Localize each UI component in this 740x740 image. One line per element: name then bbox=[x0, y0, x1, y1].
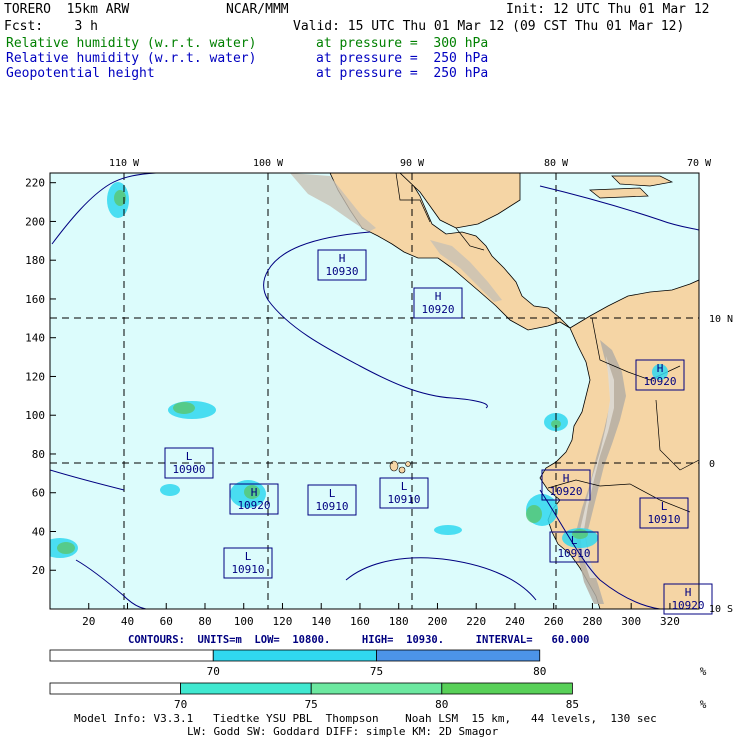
colorbar-segment bbox=[441, 682, 573, 695]
hl-value: 10910 bbox=[647, 513, 680, 526]
y-tick-label: 120 bbox=[25, 370, 45, 383]
x-tick-label: 320 bbox=[660, 615, 680, 625]
y-tick-label: 60 bbox=[32, 487, 45, 500]
latitude-label: 10 N bbox=[709, 314, 733, 325]
hl-value: 10930 bbox=[325, 265, 358, 278]
hl-value: 10920 bbox=[671, 599, 704, 612]
longitude-label: 80 W bbox=[544, 158, 569, 169]
longitude-label: 90 W bbox=[400, 158, 425, 169]
x-tick-label: 180 bbox=[389, 615, 409, 625]
colorbar-segment bbox=[212, 649, 377, 662]
hl-type: H bbox=[435, 290, 442, 303]
latitude-label: 10 S bbox=[709, 604, 733, 615]
y-tick-label: 20 bbox=[32, 564, 45, 577]
caribbean-island bbox=[589, 187, 649, 199]
y-tick-label: 220 bbox=[25, 177, 45, 190]
y-tick-label: 160 bbox=[25, 293, 45, 306]
colorbar-rh-250: 70 75 80% bbox=[49, 649, 707, 678]
x-tick-label: 200 bbox=[428, 615, 448, 625]
colorbar-label: 80 bbox=[435, 698, 448, 711]
hl-value: 10920 bbox=[643, 375, 676, 388]
hl-type: L bbox=[245, 550, 252, 563]
y-tick-label: 80 bbox=[32, 448, 45, 461]
x-tick-label: 140 bbox=[311, 615, 331, 625]
colorbar-segment bbox=[376, 649, 541, 662]
model-info: Model Info: V3.3.1 Tiedtke YSU PBL Thomp… bbox=[74, 712, 657, 725]
x-tick-label: 40 bbox=[121, 615, 134, 625]
hl-type: H bbox=[657, 362, 664, 375]
contour-info: CONTOURS: UNITS=m LOW= 10800. HIGH= 1093… bbox=[128, 634, 590, 646]
hl-value: 10910 bbox=[315, 500, 348, 513]
x-tick-label: 20 bbox=[82, 615, 95, 625]
longitude-label: 100 W bbox=[253, 158, 284, 169]
colorbar-segment bbox=[310, 682, 443, 695]
colorbar-unit: % bbox=[700, 665, 707, 678]
weather-map: H10930H10920H10920L10900H10920L10910L109… bbox=[25, 158, 733, 625]
x-tick-label: 220 bbox=[466, 615, 486, 625]
x-tick-label: 60 bbox=[160, 615, 173, 625]
longitude-label: 70 W bbox=[687, 158, 712, 169]
latitude-label: 0 bbox=[709, 459, 715, 470]
hl-type: L bbox=[186, 450, 193, 463]
hl-value: 10920 bbox=[421, 303, 454, 316]
colorbar-segment bbox=[49, 682, 182, 695]
physics-info: LW: Godd SW: Goddard DIFF: simple KM: 2D… bbox=[187, 725, 499, 738]
y-tick-label: 100 bbox=[25, 409, 45, 422]
x-tick-label: 80 bbox=[198, 615, 211, 625]
colorbar-unit: % bbox=[700, 698, 707, 711]
y-tick-label: 180 bbox=[25, 254, 45, 267]
hl-type: H bbox=[339, 252, 346, 265]
colorbar-segment bbox=[180, 682, 312, 695]
colorbar-label: 75 bbox=[305, 698, 318, 711]
colorbar-segment bbox=[49, 649, 214, 662]
colorbar-label: 75 bbox=[370, 665, 383, 678]
y-tick-label: 40 bbox=[32, 525, 45, 538]
x-tick-label: 120 bbox=[273, 615, 293, 625]
hl-type: L bbox=[661, 500, 668, 513]
hl-value: 10910 bbox=[387, 493, 420, 506]
hl-value: 10910 bbox=[557, 547, 590, 560]
hl-type: L bbox=[401, 480, 408, 493]
colorbar-label: 80 bbox=[533, 665, 546, 678]
longitude-label: 110 W bbox=[109, 158, 140, 169]
hl-value: 10920 bbox=[549, 485, 582, 498]
hl-type: H bbox=[563, 472, 570, 485]
x-tick-label: 300 bbox=[621, 615, 641, 625]
colorbar-label: 70 bbox=[207, 665, 220, 678]
x-tick-label: 160 bbox=[350, 615, 370, 625]
hl-value: 10900 bbox=[172, 463, 205, 476]
x-tick-label: 100 bbox=[234, 615, 254, 625]
colorbar-label: 70 bbox=[174, 698, 187, 711]
x-tick-label: 240 bbox=[505, 615, 525, 625]
x-tick-label: 260 bbox=[544, 615, 564, 625]
hl-type: H bbox=[251, 486, 258, 499]
y-tick-label: 200 bbox=[25, 215, 45, 228]
y-tick-label: 140 bbox=[25, 332, 45, 345]
colorbar-rh-300: 70 75 80 85% bbox=[49, 682, 707, 711]
hl-type: L bbox=[329, 487, 336, 500]
hl-value: 10920 bbox=[237, 499, 270, 512]
x-tick-label: 280 bbox=[583, 615, 603, 625]
hl-type: L bbox=[571, 534, 578, 547]
hl-type: H bbox=[685, 586, 692, 599]
colorbar-label: 85 bbox=[566, 698, 579, 711]
hl-value: 10910 bbox=[231, 563, 264, 576]
